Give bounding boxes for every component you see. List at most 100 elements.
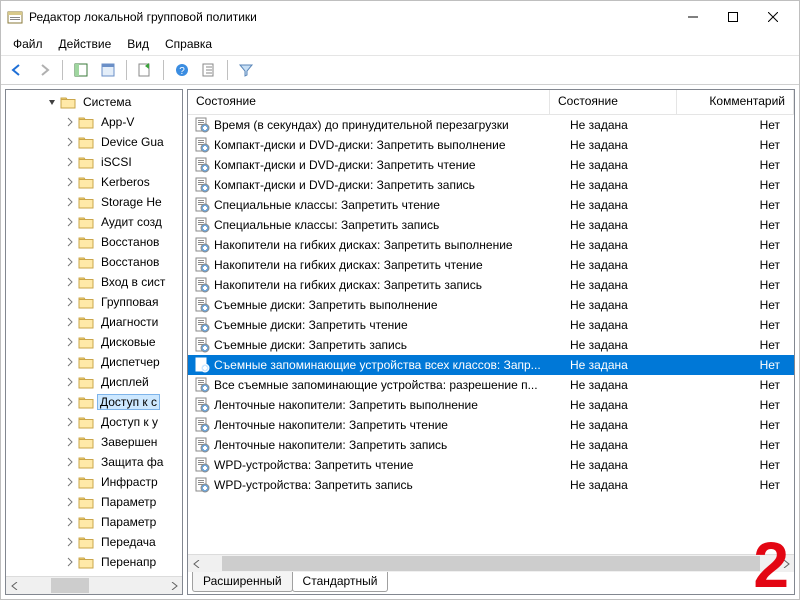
menu-action[interactable]: Действие <box>51 35 120 53</box>
tree-item[interactable]: Дисковые <box>6 332 182 352</box>
tree-item[interactable]: Восстанов <box>6 252 182 272</box>
chevron-right-icon[interactable] <box>64 196 76 208</box>
tab-extended[interactable]: Расширенный <box>192 572 293 592</box>
policy-row[interactable]: WPD-устройства: Запретить чтениеНе задан… <box>188 455 794 475</box>
policy-row[interactable]: Съемные диски: Запретить записьНе задана… <box>188 335 794 355</box>
policy-row[interactable]: WPD-устройства: Запретить записьНе задан… <box>188 475 794 495</box>
chevron-right-icon[interactable] <box>64 356 76 368</box>
tree-item[interactable]: Параметр <box>6 512 182 532</box>
tree-item[interactable]: Диагности <box>6 312 182 332</box>
policy-row[interactable]: Накопители на гибких дисках: Запретить в… <box>188 235 794 255</box>
menu-file[interactable]: Файл <box>5 35 51 53</box>
chevron-right-icon[interactable] <box>64 416 76 428</box>
tree-item[interactable]: Вход в сист <box>6 272 182 292</box>
scroll-left-icon[interactable] <box>6 577 23 594</box>
policy-row[interactable]: Съемные запоминающие устройства всех кла… <box>188 355 794 375</box>
scroll-right-icon[interactable] <box>777 555 794 572</box>
chevron-right-icon[interactable] <box>64 156 76 168</box>
menu-help[interactable]: Справка <box>157 35 220 53</box>
column-state[interactable]: Состояние <box>550 90 677 114</box>
export-button[interactable] <box>133 58 157 82</box>
scroll-right-icon[interactable] <box>165 577 182 594</box>
back-button[interactable] <box>5 58 29 82</box>
folder-icon <box>78 135 94 149</box>
chevron-right-icon[interactable] <box>64 136 76 148</box>
chevron-right-icon[interactable] <box>64 216 76 228</box>
close-button[interactable] <box>753 3 793 31</box>
chevron-right-icon[interactable] <box>64 376 76 388</box>
policy-list[interactable]: Время (в секундах) до принудительной пер… <box>188 115 794 554</box>
tree-item[interactable]: Storage He <box>6 192 182 212</box>
chevron-right-icon[interactable] <box>64 456 76 468</box>
tree-item[interactable]: App-V <box>6 112 182 132</box>
menu-view[interactable]: Вид <box>119 35 157 53</box>
chevron-right-icon[interactable] <box>64 256 76 268</box>
tree-item[interactable]: iSCSI <box>6 152 182 172</box>
maximize-button[interactable] <box>713 3 753 31</box>
chevron-right-icon[interactable] <box>64 556 76 568</box>
chevron-right-icon[interactable] <box>64 476 76 488</box>
tree-item-label: Инфрастр <box>97 474 162 490</box>
chevron-right-icon[interactable] <box>64 316 76 328</box>
policy-row[interactable]: Съемные диски: Запретить выполнениеНе за… <box>188 295 794 315</box>
tree-item[interactable]: Перенапр <box>6 552 182 572</box>
policy-row[interactable]: Компакт-диски и DVD-диски: Запретить чте… <box>188 155 794 175</box>
policy-row[interactable]: Ленточные накопители: Запретить чтениеНе… <box>188 415 794 435</box>
policy-row[interactable]: Все съемные запоминающие устройства: раз… <box>188 375 794 395</box>
help-button[interactable]: ? <box>170 58 194 82</box>
policy-row[interactable]: Ленточные накопители: Запретить записьНе… <box>188 435 794 455</box>
show-hide-tree-button[interactable] <box>69 58 93 82</box>
policy-row[interactable]: Специальные классы: Запретить чтениеНе з… <box>188 195 794 215</box>
tree-horizontal-scrollbar[interactable] <box>6 576 182 594</box>
refresh-button[interactable] <box>197 58 221 82</box>
tree-item[interactable]: Аудит созд <box>6 212 182 232</box>
policy-row[interactable]: Время (в секундах) до принудительной пер… <box>188 115 794 135</box>
policy-row[interactable]: Специальные классы: Запретить записьНе з… <box>188 215 794 235</box>
filter-button[interactable] <box>234 58 258 82</box>
tree-item[interactable]: Доступ к у <box>6 412 182 432</box>
policy-row[interactable]: Накопители на гибких дисках: Запретить ч… <box>188 255 794 275</box>
tree-item[interactable]: Защита фа <box>6 452 182 472</box>
scroll-left-icon[interactable] <box>188 555 205 572</box>
chevron-right-icon[interactable] <box>64 516 76 528</box>
scroll-thumb[interactable] <box>51 578 89 593</box>
tree-item[interactable]: Kerberos <box>6 172 182 192</box>
tree-item[interactable]: Инфрастр <box>6 472 182 492</box>
tree-item-root[interactable]: Система <box>6 92 182 112</box>
chevron-down-icon[interactable] <box>46 96 58 108</box>
forward-button[interactable] <box>32 58 56 82</box>
tree-item[interactable]: Групповая <box>6 292 182 312</box>
chevron-right-icon[interactable] <box>64 536 76 548</box>
tree-item[interactable]: Восстанов <box>6 232 182 252</box>
minimize-button[interactable] <box>673 3 713 31</box>
chevron-right-icon[interactable] <box>64 296 76 308</box>
policy-row[interactable]: Компакт-диски и DVD-диски: Запретить вып… <box>188 135 794 155</box>
tree-item[interactable]: Параметр <box>6 492 182 512</box>
tab-standard[interactable]: Стандартный <box>292 572 389 592</box>
policy-row[interactable]: Накопители на гибких дисках: Запретить з… <box>188 275 794 295</box>
policy-row[interactable]: Съемные диски: Запретить чтениеНе задана… <box>188 315 794 335</box>
chevron-right-icon[interactable] <box>64 176 76 188</box>
policy-row[interactable]: Компакт-диски и DVD-диски: Запретить зап… <box>188 175 794 195</box>
tree-item[interactable]: Передача <box>6 532 182 552</box>
column-name[interactable]: Состояние <box>188 90 550 114</box>
chevron-right-icon[interactable] <box>64 396 76 408</box>
properties-button[interactable] <box>96 58 120 82</box>
tree-item[interactable]: Диспетчер <box>6 352 182 372</box>
scroll-thumb[interactable] <box>222 556 760 571</box>
chevron-right-icon[interactable] <box>64 496 76 508</box>
tree[interactable]: СистемаApp-VDevice GuaiSCSIKerberosStora… <box>6 90 182 576</box>
column-comment[interactable]: Комментарий <box>677 90 794 114</box>
tree-item[interactable]: Завершен <box>6 432 182 452</box>
tree-item[interactable]: Доступ к с <box>6 392 182 412</box>
policy-row[interactable]: Ленточные накопители: Запретить выполнен… <box>188 395 794 415</box>
chevron-right-icon[interactable] <box>64 116 76 128</box>
tree-item[interactable]: Дисплей <box>6 372 182 392</box>
policy-name-cell: Ленточные накопители: Запретить запись <box>188 437 562 453</box>
chevron-right-icon[interactable] <box>64 436 76 448</box>
tree-item[interactable]: Device Gua <box>6 132 182 152</box>
list-horizontal-scrollbar[interactable] <box>188 554 794 572</box>
chevron-right-icon[interactable] <box>64 276 76 288</box>
chevron-right-icon[interactable] <box>64 336 76 348</box>
chevron-right-icon[interactable] <box>64 236 76 248</box>
